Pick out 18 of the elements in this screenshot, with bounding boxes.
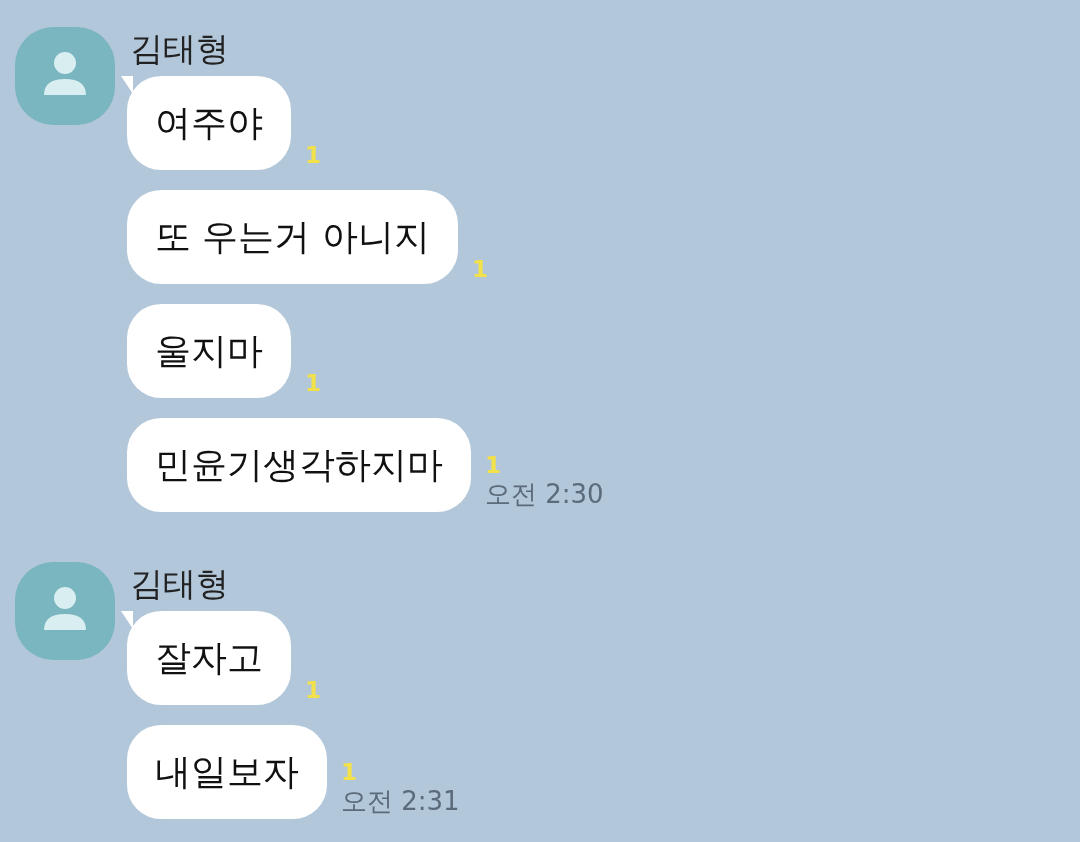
avatar-icon[interactable]	[15, 27, 115, 125]
message-time: 오전 2:30	[485, 478, 604, 510]
unread-count: 1	[341, 759, 358, 785]
message-bubble: 또 우는거 아니지	[127, 190, 458, 284]
unread-count: 1	[485, 452, 502, 478]
unread-count: 1	[471, 256, 488, 282]
unread-count: 1	[305, 142, 321, 168]
message-bubble: 민윤기생각하지마	[127, 418, 471, 512]
message-bubble: 울지마	[127, 304, 291, 398]
message-bubble: 여주야	[127, 76, 291, 170]
message-bubble: 잘자고	[127, 611, 291, 705]
unread-count: 1	[305, 370, 321, 396]
avatar-icon[interactable]	[15, 562, 115, 660]
unread-count: 1	[305, 677, 321, 703]
message-time: 오전 2:31	[341, 785, 460, 817]
sender-name: 김태형	[130, 564, 230, 604]
message-bubble: 내일보자	[127, 725, 327, 819]
sender-name: 김태형	[130, 29, 230, 69]
